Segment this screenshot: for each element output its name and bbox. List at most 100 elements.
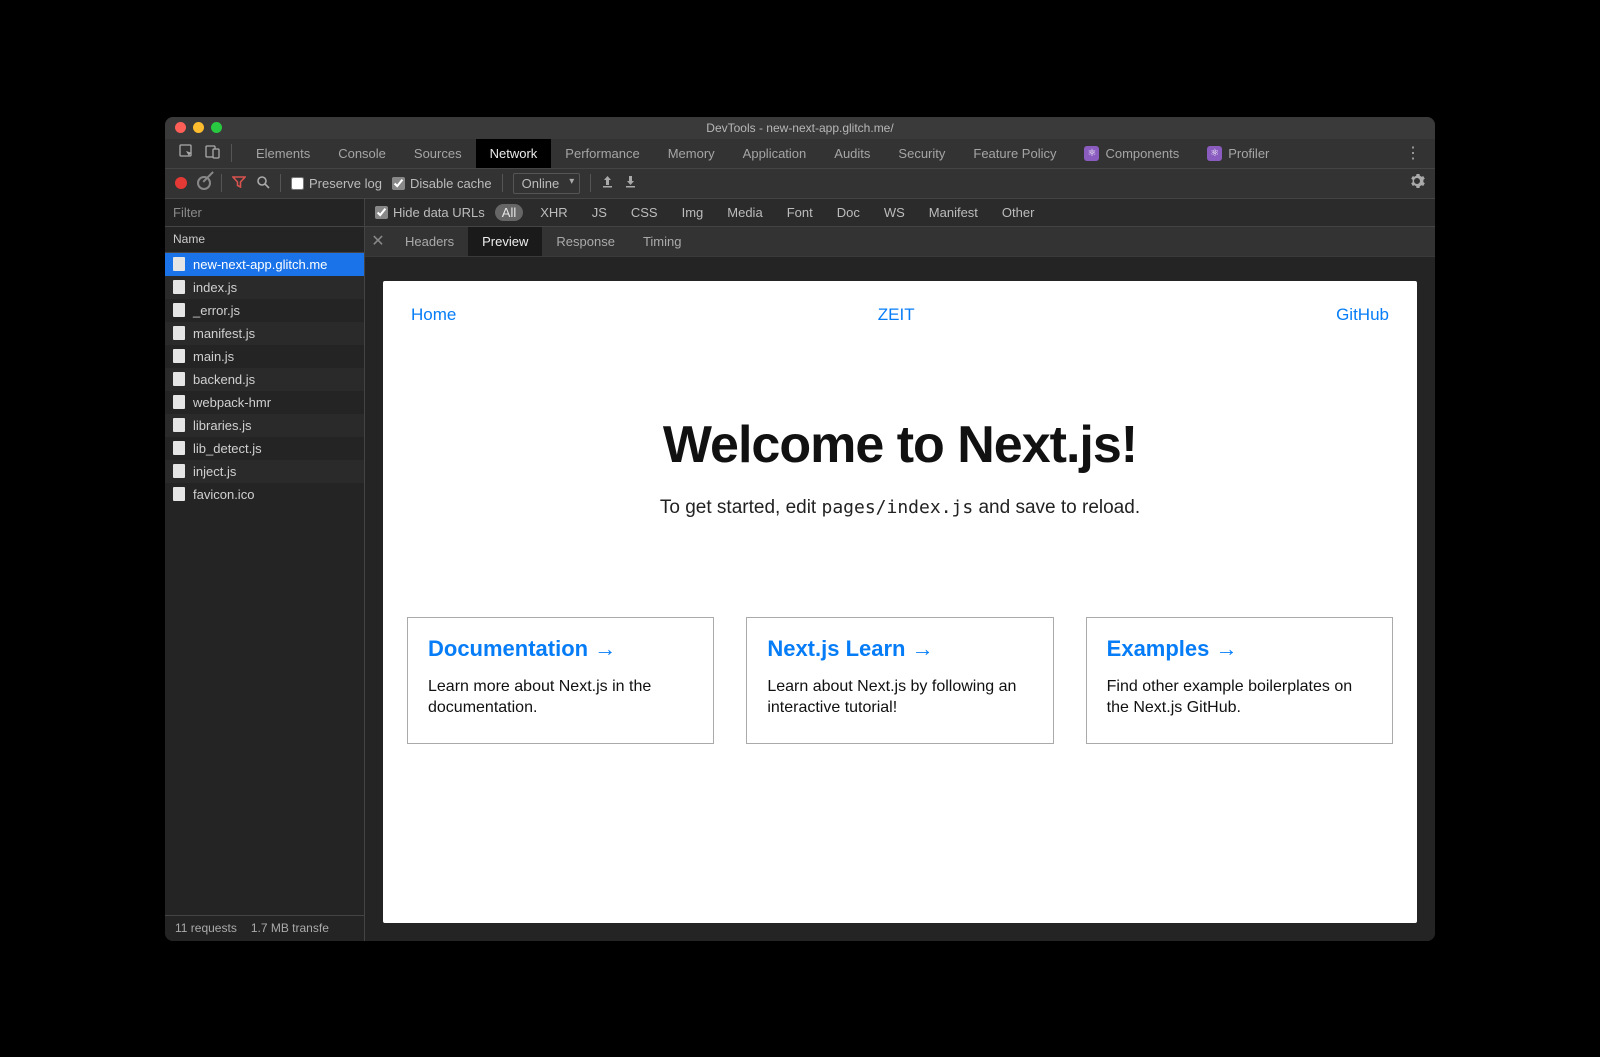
react-badge-icon: ⚛ xyxy=(1207,146,1222,161)
request-name: _error.js xyxy=(193,303,240,318)
info-card[interactable]: Examples → Find other example boilerplate… xyxy=(1086,617,1393,744)
tab-memory[interactable]: Memory xyxy=(654,139,729,168)
request-name: libraries.js xyxy=(193,418,252,433)
document-icon xyxy=(173,418,185,432)
document-icon xyxy=(173,257,185,271)
request-row[interactable]: manifest.js xyxy=(165,322,364,345)
request-row[interactable]: backend.js xyxy=(165,368,364,391)
tab-console[interactable]: Console xyxy=(324,139,400,168)
request-row[interactable]: main.js xyxy=(165,345,364,368)
tab-label: Components xyxy=(1105,146,1179,161)
request-row[interactable]: inject.js xyxy=(165,460,364,483)
tab-performance[interactable]: Performance xyxy=(551,139,653,168)
filter-type-all[interactable]: All xyxy=(495,204,523,221)
separator xyxy=(280,174,281,192)
info-card[interactable]: Documentation →Learn more about Next.js … xyxy=(407,617,714,744)
filter-type-img[interactable]: Img xyxy=(675,204,711,221)
request-name: backend.js xyxy=(193,372,255,387)
tab-audits[interactable]: Audits xyxy=(820,139,884,168)
detail-tab-response[interactable]: Response xyxy=(542,227,629,256)
disable-cache-checkbox[interactable]: Disable cache xyxy=(392,176,492,191)
document-icon xyxy=(173,280,185,294)
zoom-icon[interactable] xyxy=(211,122,222,133)
request-sidebar: Name new-next-app.glitch.me index.js _erro… xyxy=(165,227,365,941)
device-toggle-icon[interactable] xyxy=(205,144,221,163)
request-name: main.js xyxy=(193,349,234,364)
request-row[interactable]: new-next-app.glitch.me xyxy=(165,253,364,276)
request-row[interactable]: _error.js xyxy=(165,299,364,322)
settings-icon[interactable] xyxy=(1409,173,1425,193)
nav-zeit-link[interactable]: ZEIT xyxy=(878,305,915,325)
close-icon[interactable] xyxy=(175,122,186,133)
card-title: Examples → xyxy=(1107,636,1372,662)
minimize-icon[interactable] xyxy=(193,122,204,133)
tab-network[interactable]: Network xyxy=(476,139,552,168)
request-row[interactable]: index.js xyxy=(165,276,364,299)
close-detail-icon[interactable]: ✕ xyxy=(365,227,391,256)
inspect-element-icon[interactable] xyxy=(179,144,195,163)
filter-input[interactable]: Filter xyxy=(165,199,365,226)
titlebar: DevTools - new-next-app.glitch.me/ xyxy=(165,117,1435,139)
disable-cache-label: Disable cache xyxy=(410,176,492,191)
nav-github-link[interactable]: GitHub xyxy=(1336,305,1389,325)
tab-react-components[interactable]: ⚛ Components xyxy=(1070,139,1193,168)
info-card[interactable]: Next.js Learn →Learn about Next.js by fo… xyxy=(746,617,1053,744)
preserve-log-checkbox[interactable]: Preserve log xyxy=(291,176,382,191)
tab-application[interactable]: Application xyxy=(729,139,821,168)
filter-type-doc[interactable]: Doc xyxy=(830,204,867,221)
tab-react-profiler[interactable]: ⚛Profiler xyxy=(1193,139,1283,168)
hide-data-urls-label: Hide data URLs xyxy=(393,205,485,220)
hero-subtitle-pre: To get started, edit xyxy=(660,497,822,518)
document-icon xyxy=(173,326,185,340)
download-har-icon[interactable] xyxy=(624,175,637,191)
filter-type-other[interactable]: Other xyxy=(995,204,1042,221)
separator xyxy=(231,144,232,162)
hero-subtitle: To get started, edit pages/index.js and … xyxy=(383,497,1417,519)
request-count: 11 requests xyxy=(175,921,237,935)
document-icon xyxy=(173,487,185,501)
search-icon[interactable] xyxy=(256,175,270,192)
request-name: webpack-hmr xyxy=(193,395,271,410)
detail-tab-timing[interactable]: Timing xyxy=(629,227,696,256)
request-row[interactable]: lib_detect.js xyxy=(165,437,364,460)
request-list: new-next-app.glitch.me index.js _error.jsm… xyxy=(165,253,364,915)
hide-data-urls-checkbox[interactable]: Hide data URLs xyxy=(375,205,485,220)
detail-tab-headers[interactable]: Headers xyxy=(391,227,468,256)
filter-icon[interactable] xyxy=(232,175,246,192)
throttling-select[interactable]: Online xyxy=(513,173,581,194)
card-desc: Find other example boilerplates on the N… xyxy=(1107,676,1372,719)
filter-type-css[interactable]: CSS xyxy=(624,204,665,221)
upload-har-icon[interactable] xyxy=(601,175,614,191)
kebab-menu-icon[interactable]: ⋮ xyxy=(1391,139,1435,168)
filter-type-media[interactable]: Media xyxy=(720,204,769,221)
request-row[interactable]: webpack-hmr xyxy=(165,391,364,414)
request-row[interactable]: libraries.js xyxy=(165,414,364,437)
document-icon xyxy=(173,395,185,409)
rendered-page: Home ZEIT GitHub Welcome to Next.js! To … xyxy=(383,281,1417,923)
clear-icon[interactable] xyxy=(197,176,211,190)
preserve-log-label: Preserve log xyxy=(309,176,382,191)
request-row[interactable]: favicon.ico xyxy=(165,483,364,506)
window-title: DevTools - new-next-app.glitch.me/ xyxy=(165,121,1435,135)
page-nav: Home ZEIT GitHub xyxy=(383,281,1417,325)
tab-sources[interactable]: Sources xyxy=(400,139,476,168)
status-bar: 11 requests 1.7 MB transfe xyxy=(165,915,364,941)
filter-type-ws[interactable]: WS xyxy=(877,204,912,221)
filter-type-font[interactable]: Font xyxy=(780,204,820,221)
tab-elements[interactable]: Elements xyxy=(242,139,324,168)
name-column-header[interactable]: Name xyxy=(165,227,364,253)
nav-home-link[interactable]: Home xyxy=(411,305,456,325)
request-name: index.js xyxy=(193,280,237,295)
filter-type-manifest[interactable]: Manifest xyxy=(922,204,985,221)
tab-feature-policy[interactable]: Feature Policy xyxy=(959,139,1070,168)
react-badge-icon: ⚛ xyxy=(1084,146,1099,161)
detail-tab-preview[interactable]: Preview xyxy=(468,227,542,256)
record-icon[interactable] xyxy=(175,177,187,189)
request-name: favicon.ico xyxy=(193,487,254,502)
request-name: inject.js xyxy=(193,464,236,479)
filter-type-js[interactable]: JS xyxy=(585,204,614,221)
tab-security[interactable]: Security xyxy=(884,139,959,168)
document-icon xyxy=(173,303,185,317)
request-name: new-next-app.glitch.me xyxy=(193,257,327,272)
filter-type-xhr[interactable]: XHR xyxy=(533,204,574,221)
